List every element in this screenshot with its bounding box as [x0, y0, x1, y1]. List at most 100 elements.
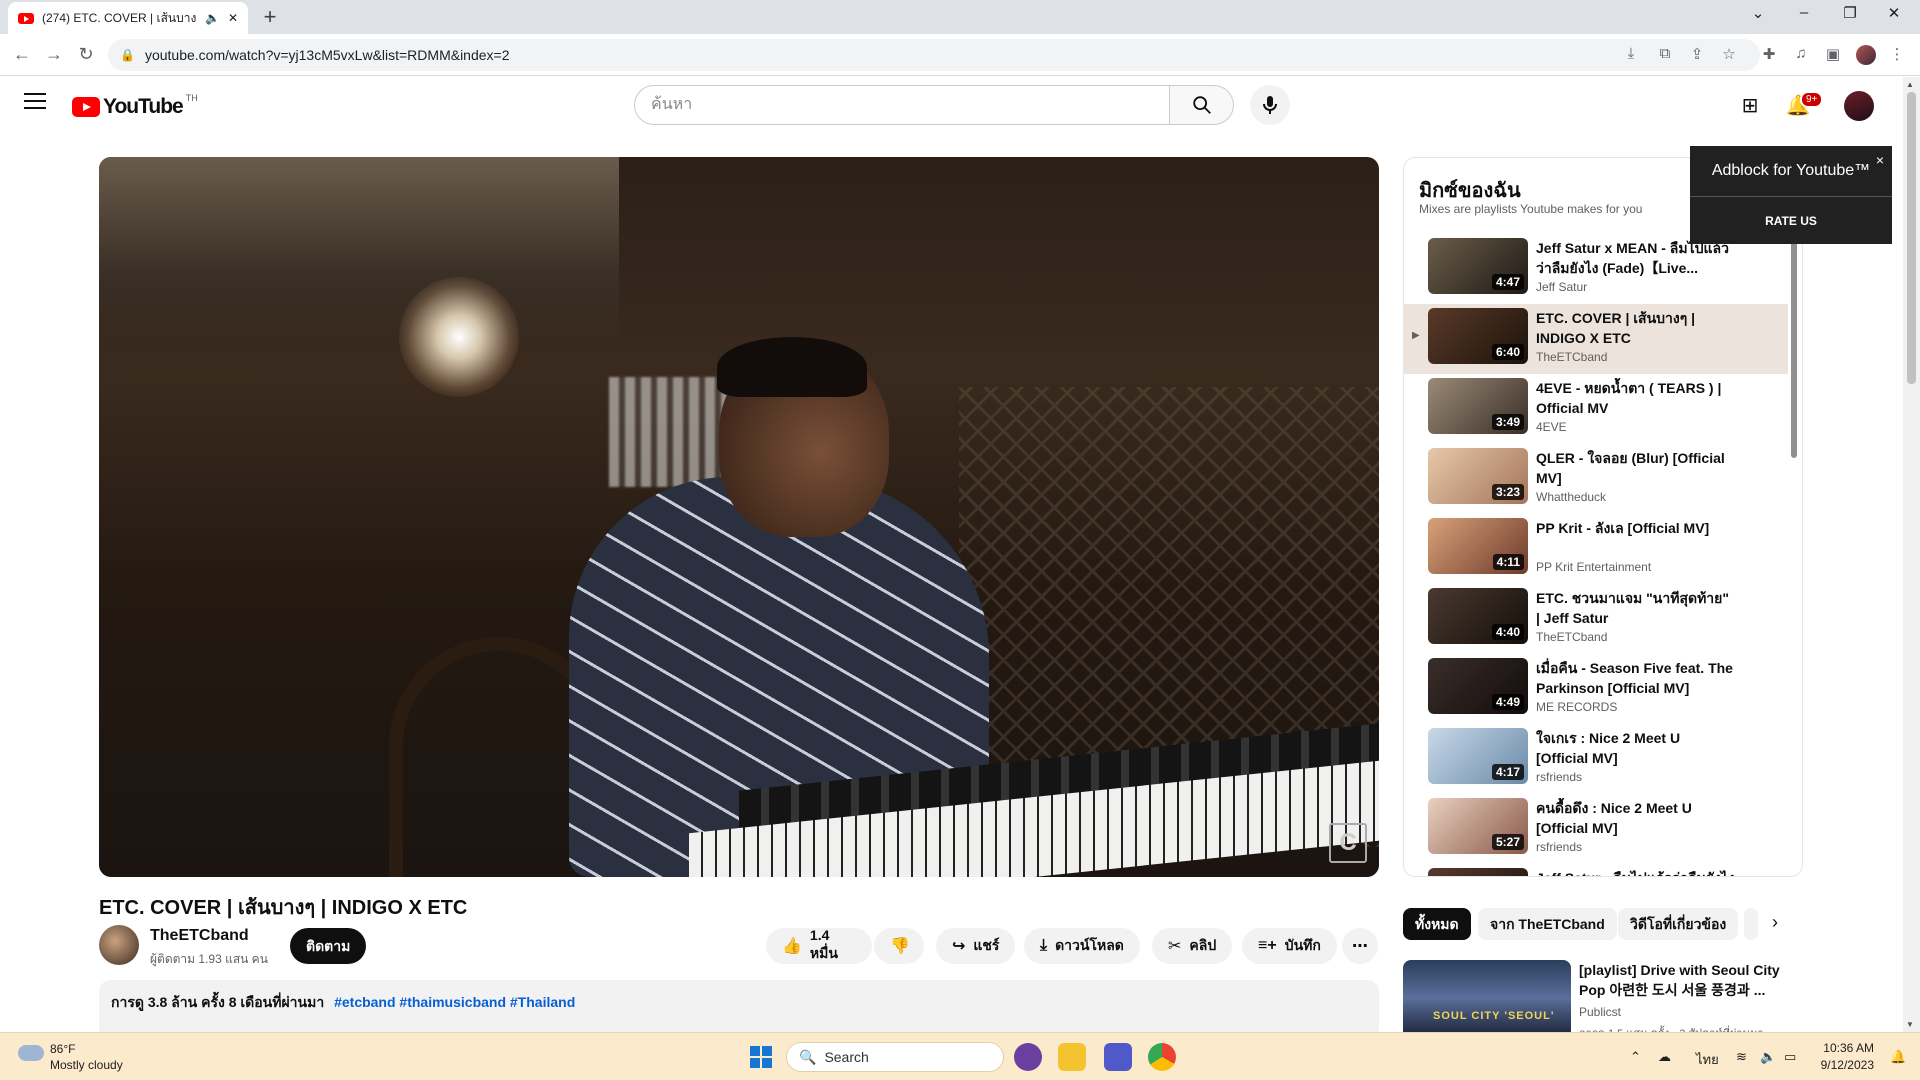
playlist-item-title[interactable]: 4EVE - หยดน้ำตา ( TEARS ) | Official MV: [1536, 378, 1736, 418]
chrome-menu-icon[interactable]: ⋮: [1886, 45, 1908, 63]
clock-time[interactable]: 10:36 AM: [1822, 1041, 1874, 1055]
file-explorer-icon[interactable]: [1058, 1043, 1086, 1071]
playlist-item-title[interactable]: คนดื้อดึง : Nice 2 Meet U [Official MV]: [1536, 798, 1736, 838]
browser-tab[interactable]: (274) ETC. COVER | เส้นบางๆ | INDIGO X E…: [8, 2, 248, 34]
channel-watermark-logo[interactable]: C: [1329, 823, 1367, 863]
browser-profile-avatar[interactable]: [1856, 45, 1876, 65]
chip-related[interactable]: วิดีโอที่เกี่ยวข้อง: [1618, 908, 1739, 940]
clip-button[interactable]: ✂ คลิป: [1152, 928, 1233, 964]
notification-center-icon[interactable]: 🔔: [1890, 1049, 1906, 1065]
playlist-item[interactable]: 5:27 คนดื้อดึง : Nice 2 Meet U [Official…: [1404, 794, 1788, 864]
playlist-thumbnail[interactable]: 4:40: [1428, 588, 1528, 644]
maximize-button[interactable]: ❐: [1830, 4, 1870, 22]
playlist-thumbnail[interactable]: 4:47: [1428, 238, 1528, 294]
weather-description[interactable]: Mostly cloudy: [50, 1058, 123, 1072]
playlist-item-now-playing[interactable]: ▶ 6:40 ETC. COVER | เส้นบางๆ | INDIGO X …: [1404, 304, 1788, 374]
install-app-icon[interactable]: ⤓: [1620, 45, 1642, 62]
playlist-item[interactable]: Jeff Satur - ลืมไปแล้วว่าลืมยังไง: [1404, 864, 1788, 876]
forward-icon[interactable]: →: [42, 44, 66, 65]
clock-date[interactable]: 9/12/2023: [1810, 1058, 1874, 1072]
like-button[interactable]: 👍 1.4 หมื่น: [766, 927, 872, 964]
cloud-icon[interactable]: [18, 1045, 44, 1061]
share-page-icon[interactable]: ⇪: [1686, 45, 1708, 63]
share-button[interactable]: ↪ แชร์: [936, 928, 1016, 964]
playlist-item-title[interactable]: Jeff Satur - ลืมไปแล้วว่าลืมยังไง: [1536, 868, 1736, 876]
chevron-right-icon[interactable]: ›: [1772, 912, 1778, 933]
channel-avatar[interactable]: [99, 925, 139, 965]
extensions-puzzle-icon[interactable]: ✚: [1758, 45, 1780, 63]
windows-start-icon[interactable]: [750, 1046, 772, 1068]
new-tab-button[interactable]: +: [258, 4, 282, 30]
video-player[interactable]: C: [99, 157, 1379, 877]
create-video-icon[interactable]: ⊞: [1736, 93, 1764, 118]
translate-icon[interactable]: ⧉: [1654, 45, 1676, 62]
playlist-scrollbar[interactable]: [1791, 232, 1797, 458]
github-icon[interactable]: [1014, 1043, 1042, 1071]
teams-icon[interactable]: [1104, 1043, 1132, 1071]
page-scrollbar-thumb[interactable]: [1907, 92, 1916, 384]
speaker-icon[interactable]: 🔈: [205, 11, 220, 25]
playlist-thumbnail[interactable]: 4:49: [1428, 658, 1528, 714]
dislike-button[interactable]: 👎: [874, 928, 924, 964]
lock-icon[interactable]: 🔒: [120, 48, 135, 62]
playlist-thumbnail[interactable]: 6:40: [1428, 308, 1528, 364]
bookmark-star-icon[interactable]: ☆: [1718, 45, 1740, 63]
chevron-up-icon[interactable]: ⌃: [1630, 1049, 1641, 1065]
input-language[interactable]: ไทย: [1696, 1049, 1719, 1070]
download-button[interactable]: ⤓ ดาวน์โหลด: [1024, 928, 1140, 964]
wifi-icon[interactable]: ≋: [1736, 1049, 1747, 1065]
related-video-thumbnail[interactable]: SOUL CITY 'SEOUL': [1403, 960, 1571, 1036]
address-bar[interactable]: 🔒 youtube.com/watch?v=yj13cM5vxLw&list=R…: [108, 39, 1760, 71]
chrome-icon[interactable]: [1148, 1043, 1176, 1071]
volume-icon[interactable]: 🔈: [1760, 1049, 1776, 1065]
hashtags[interactable]: #etcband #thaimusicband #Thailand: [334, 994, 575, 1010]
related-video-title[interactable]: [playlist] Drive with Seoul City Pop 아련한…: [1579, 960, 1789, 1000]
playlist-item[interactable]: 4:40 ETC. ชวนมาแจม "นาทีสุดท้าย" | Jeff …: [1404, 584, 1788, 654]
playlist-item[interactable]: 4:17 ใจเกเร : Nice 2 Meet U [Official MV…: [1404, 724, 1788, 794]
video-description[interactable]: การดู 3.8 ล้าน ครั้ง 8 เดือนที่ผ่านมา #e…: [99, 980, 1379, 1040]
playlist-item-title[interactable]: ETC. COVER | เส้นบางๆ | INDIGO X ETC: [1536, 308, 1736, 348]
more-actions-button[interactable]: ⋯: [1342, 928, 1378, 964]
playlist-item[interactable]: 3:49 4EVE - หยดน้ำตา ( TEARS ) | Officia…: [1404, 374, 1788, 444]
taskbar-search[interactable]: 🔍 Search: [786, 1042, 1004, 1072]
menu-icon[interactable]: [24, 93, 46, 114]
side-panel-icon[interactable]: ▣: [1822, 45, 1844, 63]
chip-partial[interactable]: [1744, 908, 1758, 940]
playlist-thumbnail[interactable]: 3:49: [1428, 378, 1528, 434]
rate-us-button[interactable]: RATE US: [1690, 214, 1892, 228]
playlist-thumbnail[interactable]: 5:27: [1428, 798, 1528, 854]
close-window-button[interactable]: ✕: [1874, 4, 1914, 22]
search-button[interactable]: [1170, 85, 1234, 125]
tab-search-icon[interactable]: ⌄: [1738, 4, 1778, 22]
onedrive-cloud-icon[interactable]: ☁: [1658, 1049, 1671, 1065]
playlist-thumbnail[interactable]: [1428, 868, 1528, 876]
account-avatar[interactable]: [1844, 91, 1874, 121]
playlist-item[interactable]: 4:49 เมื่อคืน - Season Five feat. The Pa…: [1404, 654, 1788, 724]
url-text[interactable]: youtube.com/watch?v=yj13cM5vxLw&list=RDM…: [145, 47, 510, 63]
youtube-logo[interactable]: YouTube TH: [72, 93, 198, 119]
back-icon[interactable]: ←: [10, 44, 34, 65]
playlist-thumbnail[interactable]: 4:17: [1428, 728, 1528, 784]
playlist-item-title[interactable]: ใจเกเร : Nice 2 Meet U [Official MV]: [1536, 728, 1736, 768]
voice-search-button[interactable]: [1250, 85, 1290, 125]
chip-all[interactable]: ทั้งหมด: [1403, 908, 1471, 940]
playlist-item-title[interactable]: Jeff Satur x MEAN - ลืมไปแล้วว่าลืมยังไง…: [1536, 238, 1736, 278]
playlist-item-title[interactable]: PP Krit - ลังเล [Official MV]: [1536, 518, 1736, 538]
battery-icon[interactable]: ▭: [1784, 1049, 1796, 1065]
playlist-item-title[interactable]: ETC. ชวนมาแจม "นาทีสุดท้าย" | Jeff Satur: [1536, 588, 1736, 628]
playlist-thumbnail[interactable]: 4:11: [1428, 518, 1528, 574]
scroll-up-arrow-icon[interactable]: ▲: [1906, 80, 1914, 89]
subscribe-button[interactable]: ติดตาม: [290, 928, 367, 964]
chip-from-channel[interactable]: จาก TheETCband: [1478, 908, 1617, 940]
playlist-thumbnail[interactable]: 3:23: [1428, 448, 1528, 504]
search-input[interactable]: ค้นหา: [634, 85, 1170, 125]
playlist-item[interactable]: 3:23 QLER - ใจลอย (Blur) [Official MV] W…: [1404, 444, 1788, 514]
reload-icon[interactable]: ↻: [74, 44, 98, 65]
media-controls-icon[interactable]: ♫: [1790, 45, 1812, 62]
minimize-button[interactable]: –: [1784, 4, 1824, 21]
save-button[interactable]: ≡+ บันทึก: [1242, 928, 1337, 964]
playlist-item[interactable]: 4:11 PP Krit - ลังเล [Official MV] PP Kr…: [1404, 514, 1788, 584]
playlist-item-title[interactable]: เมื่อคืน - Season Five feat. The Parkins…: [1536, 658, 1736, 698]
close-tab-icon[interactable]: ✕: [228, 11, 238, 25]
channel-name[interactable]: TheETCband: [150, 927, 249, 945]
